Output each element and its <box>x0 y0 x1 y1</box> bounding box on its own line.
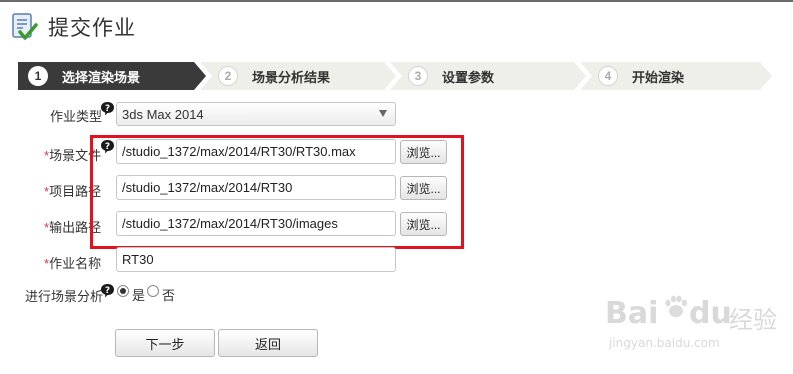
step-1-number: 1 <box>28 66 48 86</box>
watermark-brand: Bai <box>605 296 659 331</box>
help-icon[interactable]: ? <box>100 101 115 116</box>
step-4-number: 4 <box>598 66 618 86</box>
step-4[interactable]: 4 开始渲染 <box>580 62 772 90</box>
scene-analysis-no-label: 否 <box>162 288 176 303</box>
step-1-label: 选择渲染场景 <box>62 69 141 85</box>
svg-text:?: ? <box>105 286 110 296</box>
paw-icon <box>665 295 688 317</box>
step-2-number: 2 <box>218 66 238 86</box>
highlight-annotation <box>90 135 464 249</box>
job-type-select[interactable]: 3ds Max 2014 <box>116 102 396 126</box>
watermark-site: jingyan.baidu.com <box>609 336 720 350</box>
page-header: 提交作业 <box>10 10 136 44</box>
wizard-steps: 1 选择渲染场景 2 场景分析结果 3 设置参数 4 开始渲染 <box>18 62 778 90</box>
help-icon[interactable]: ? <box>100 283 115 298</box>
step-1[interactable]: 1 选择渲染场景 <box>18 62 206 90</box>
scene-analysis-label: 进行场景分析 <box>25 289 104 304</box>
watermark-suffix: 经验 <box>729 306 777 334</box>
step-3-number: 3 <box>408 66 428 86</box>
form-check-icon <box>12 13 38 40</box>
step-4-label: 开始渲染 <box>632 69 685 85</box>
top-divider <box>0 0 793 2</box>
step-2[interactable]: 2 场景分析结果 <box>200 62 396 90</box>
job-name-input[interactable]: RT30 <box>116 247 396 272</box>
next-step-button[interactable]: 下一步 <box>115 329 215 357</box>
job-type-label: 作业类型 <box>50 109 103 124</box>
watermark-brand-2: du <box>689 296 732 331</box>
dropdown-arrow-icon <box>379 110 387 117</box>
back-button[interactable]: 返回 <box>218 329 318 357</box>
page-title: 提交作业 <box>48 17 136 40</box>
job-type-value: 3ds Max 2014 <box>122 106 204 122</box>
step-3-label: 设置参数 <box>442 69 495 85</box>
scene-analysis-no-radio[interactable] <box>147 285 159 297</box>
scene-analysis-yes-radio[interactable] <box>117 285 129 297</box>
step-2-label: 场景分析结果 <box>252 69 331 85</box>
scene-analysis-yes-label: 是 <box>132 288 146 303</box>
svg-text:?: ? <box>105 104 110 114</box>
step-3[interactable]: 3 设置参数 <box>390 62 586 90</box>
baidu-watermark: Bai du 经验 jingyan.baidu.com <box>605 292 785 362</box>
job-name-label: *作业名称 <box>44 256 102 271</box>
